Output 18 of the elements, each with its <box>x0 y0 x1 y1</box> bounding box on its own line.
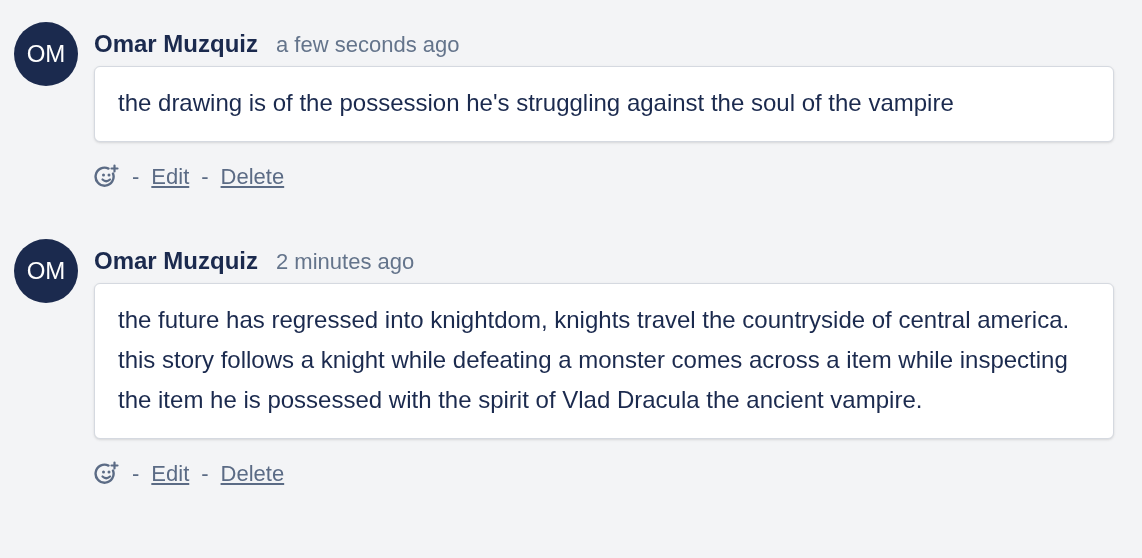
timestamp: 2 minutes ago <box>276 248 415 276</box>
separator: - <box>200 163 210 191</box>
separator: - <box>131 460 141 488</box>
avatar: OM <box>14 22 78 86</box>
separator: - <box>131 163 141 191</box>
action-link[interactable]: Delete <box>220 160 285 193</box>
comment-text: the future has regressed into knightdom, knights travel the countryside of central america. this story follows a knight while defeating a monster comes across a item while inspecting the item he is possessed with the spirit of Vlad Dracula the ancient vampire. <box>118 305 1071 415</box>
timestamp: a few seconds ago <box>276 31 460 59</box>
action-link[interactable]: Edit <box>151 160 190 193</box>
separator: - <box>200 460 210 488</box>
add-reaction-icon[interactable] <box>94 460 120 487</box>
author-name: Omar Muzquiz <box>94 29 258 59</box>
action-link[interactable]: Edit <box>151 457 190 490</box>
avatar: OM <box>14 239 78 303</box>
comment-text: the drawing is of the possession he's struggling against the soul of the vampire <box>118 88 955 118</box>
action-link[interactable]: Delete <box>220 457 285 490</box>
author-name: Omar Muzquiz <box>94 246 258 276</box>
add-reaction-icon[interactable] <box>94 163 120 190</box>
